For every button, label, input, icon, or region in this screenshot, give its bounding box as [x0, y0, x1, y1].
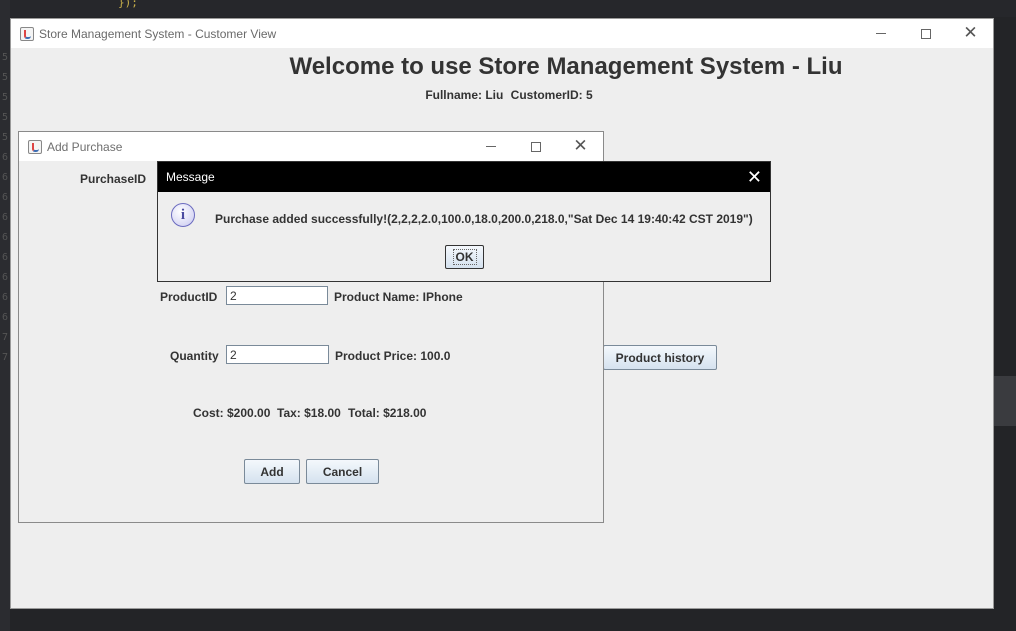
- tax-label: Tax: $18.00: [277, 406, 341, 420]
- welcome-heading: Welcome to use Store Management System -…: [289, 53, 843, 80]
- minimize-button[interactable]: [468, 132, 513, 161]
- quantity-label: Quantity: [170, 349, 219, 363]
- add-button[interactable]: Add: [244, 459, 300, 484]
- close-icon: ✕: [963, 23, 978, 43]
- maximize-icon: [530, 141, 541, 152]
- maximize-button[interactable]: [903, 19, 948, 48]
- ide-line-number: 5: [2, 72, 9, 83]
- minimize-button[interactable]: [858, 19, 903, 48]
- ide-line-number: 5: [2, 52, 9, 63]
- add-purchase-title: Add Purchase: [47, 139, 123, 154]
- fullname-label: Fullname: Liu: [425, 88, 504, 102]
- ok-button-label: OK: [452, 249, 477, 265]
- info-icon: i: [171, 203, 195, 227]
- ide-line-number: 6: [2, 312, 9, 323]
- ide-code-snippet: });: [118, 0, 138, 9]
- quantity-input[interactable]: [226, 345, 329, 364]
- message-dialog: Message ✕ i Purchase added successfully!…: [157, 161, 771, 282]
- close-icon: ✕: [573, 136, 588, 156]
- cancel-button[interactable]: Cancel: [306, 459, 379, 484]
- main-window-title: Store Management System - Customer View: [39, 26, 277, 41]
- add-purchase-caption-buttons: ✕: [468, 132, 603, 161]
- customer-info-line: Fullname: Liu CustomerID: 5: [11, 88, 1011, 102]
- minimize-icon: [875, 33, 886, 34]
- ide-line-number: 6: [2, 172, 9, 183]
- message-title: Message: [166, 170, 215, 184]
- total-label: Total: $218.00: [348, 406, 427, 420]
- minimize-icon: [485, 146, 496, 147]
- ok-button[interactable]: OK: [445, 245, 484, 269]
- java-app-icon: [20, 26, 34, 41]
- close-icon[interactable]: ✕: [747, 167, 762, 188]
- ide-line-number: 6: [2, 232, 9, 243]
- message-titlebar: Message ✕: [158, 162, 770, 192]
- product-history-button[interactable]: Product history: [603, 345, 717, 370]
- cost-label: Cost: $200.00: [193, 406, 271, 420]
- ide-line-number: 6: [2, 272, 9, 283]
- ide-line-number: 5: [2, 112, 9, 123]
- product-id-input[interactable]: [226, 286, 328, 305]
- product-id-label: ProductID: [160, 290, 218, 304]
- maximize-icon: [920, 28, 931, 39]
- ide-side-band: [994, 376, 1016, 426]
- ide-line-number: 6: [2, 292, 9, 303]
- main-caption-buttons: ✕: [858, 19, 993, 48]
- maximize-button[interactable]: [513, 132, 558, 161]
- product-price-label: Product Price: 100.0: [335, 349, 451, 363]
- message-text: Purchase added successfully!(2,2,2,2.0,1…: [215, 212, 753, 226]
- close-button[interactable]: ✕: [558, 132, 603, 161]
- ide-line-number: 5: [2, 132, 9, 143]
- ide-line-number: 6: [2, 152, 9, 163]
- customer-id-label: CustomerID: 5: [510, 88, 593, 102]
- main-titlebar: Store Management System - Customer View …: [11, 19, 993, 48]
- add-purchase-titlebar: Add Purchase ✕: [19, 132, 603, 161]
- ide-line-number: 6: [2, 252, 9, 263]
- purchase-id-label: PurchaseID: [80, 172, 147, 186]
- ide-line-numbers: 5 5 5 5 5 6 6 6 6 6 6 6 6 6 7 7: [2, 48, 8, 368]
- ide-top-strip: [0, 0, 1016, 17]
- ide-line-number: 6: [2, 192, 9, 203]
- java-app-icon: [28, 139, 42, 154]
- ide-line-number: 5: [2, 92, 9, 103]
- close-button[interactable]: ✕: [948, 19, 993, 48]
- ide-line-number: 6: [2, 212, 9, 223]
- ide-line-number: 7: [2, 352, 9, 363]
- product-name-label: Product Name: IPhone: [334, 290, 463, 304]
- ide-line-number: 7: [2, 332, 9, 343]
